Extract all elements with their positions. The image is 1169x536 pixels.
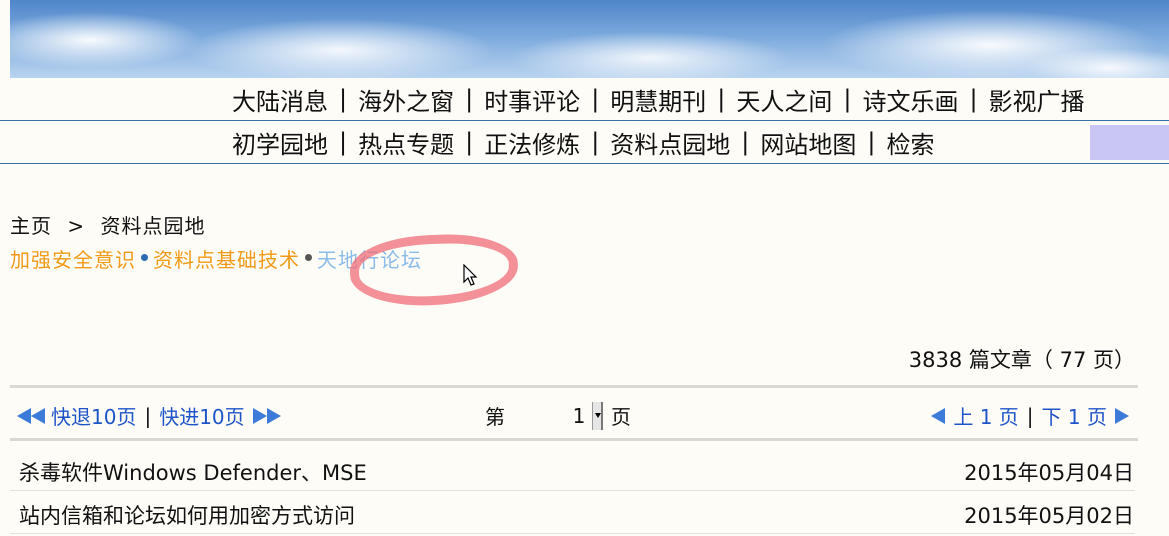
next-page-link[interactable]: 下 1 页 <box>1042 401 1107 430</box>
list-item: 站内信箱和论坛如何用加密方式访问 2015年05月02日 <box>10 493 1135 534</box>
page-select[interactable]: 1 <box>523 401 603 430</box>
double-right-arrow-icon-part <box>266 407 281 424</box>
nav-separator: | <box>591 85 600 113</box>
nav-separator: | <box>465 128 474 156</box>
pager-separator: | <box>1026 403 1034 428</box>
article-date: 2015年05月04日 <box>964 461 1134 485</box>
nav-media[interactable]: 影视广播 <box>989 82 1085 117</box>
nav-hot-topics[interactable]: 热点专题 <box>358 125 454 160</box>
article-count: 3838 篇文章（ 77 页） <box>908 348 1135 372</box>
nav-periodicals[interactable]: 明慧期刊 <box>610 82 706 117</box>
article-title-link[interactable]: 站内信箱和论坛如何用加密方式访问 <box>19 500 355 530</box>
nav-separator: | <box>741 128 750 156</box>
nav-overseas[interactable]: 海外之窗 <box>358 82 454 117</box>
header-banner <box>10 0 1169 78</box>
breadcrumb-home[interactable]: 主页 <box>10 214 52 238</box>
subnav-security-awareness[interactable]: 加强安全意识 <box>10 244 136 273</box>
nav-separator: | <box>339 128 348 156</box>
main-nav-row-2: 初学园地 | 热点专题 | 正法修炼 | 资料点园地 | 网站地图 | 检索 <box>0 121 1169 164</box>
nav-cultivation[interactable]: 正法修炼 <box>484 125 580 160</box>
nav-separator: | <box>867 128 876 156</box>
nav-material-sites[interactable]: 资料点园地 <box>610 125 730 160</box>
search-box-area[interactable] <box>1090 125 1169 160</box>
nav-beginners[interactable]: 初学园地 <box>232 125 328 160</box>
prev-page-link[interactable]: 上 1 页 <box>953 401 1018 430</box>
left-arrow-icon[interactable] <box>931 407 946 424</box>
nav-arts[interactable]: 诗文乐画 <box>862 82 958 117</box>
pagination-bar: 快退10页 | 快进10页 第 1 页 上 1 页 | 下 1 页 <box>10 385 1138 441</box>
breadcrumb-current[interactable]: 资料点园地 <box>100 214 205 238</box>
main-nav-row-1: 大陆消息 | 海外之窗 | 时事评论 | 明慧期刊 | 天人之间 | 诗文乐画 … <box>0 78 1169 121</box>
nav-separator: | <box>717 85 726 113</box>
double-right-arrow-icon[interactable] <box>252 407 267 424</box>
double-left-arrow-icon-part <box>31 407 45 424</box>
breadcrumb: 主页 > 资料点园地 <box>10 210 205 239</box>
chevron-down-icon[interactable] <box>592 401 603 430</box>
forward-10-pages-link[interactable]: 快进10页 <box>159 401 244 430</box>
breadcrumb-separator: > <box>67 214 86 238</box>
article-date: 2015年05月02日 <box>964 504 1134 528</box>
nav-mainland-news[interactable]: 大陆消息 <box>232 82 328 117</box>
back-10-pages-link[interactable]: 快退10页 <box>51 401 136 430</box>
double-left-arrow-icon[interactable] <box>17 407 31 424</box>
article-title-link[interactable]: 杀毒软件Windows Defender、MSE <box>19 457 367 487</box>
nav-heaven-human[interactable]: 天人之间 <box>736 82 832 117</box>
bullet-dot <box>305 254 312 261</box>
mouse-cursor-icon <box>463 264 478 286</box>
nav-sitemap[interactable]: 网站地图 <box>760 125 856 160</box>
nav-search[interactable]: 检索 <box>886 125 934 160</box>
nav-separator: | <box>843 85 852 113</box>
nav-commentary[interactable]: 时事评论 <box>484 82 580 117</box>
subnav-basic-tech[interactable]: 资料点基础技术 <box>153 244 300 273</box>
page-prefix-label: 第 <box>485 405 505 429</box>
nav-separator: | <box>591 128 600 156</box>
bullet-dot <box>141 254 148 261</box>
nav-separator: | <box>339 85 348 113</box>
page-suffix-label: 页 <box>611 405 631 429</box>
page-select-value: 1 <box>572 403 586 428</box>
nav-separator: | <box>969 85 978 113</box>
right-arrow-icon[interactable] <box>1115 407 1129 424</box>
nav-separator: | <box>465 85 474 113</box>
pager-separator: | <box>144 403 152 428</box>
list-item: 杀毒软件Windows Defender、MSE 2015年05月04日 <box>10 450 1135 491</box>
